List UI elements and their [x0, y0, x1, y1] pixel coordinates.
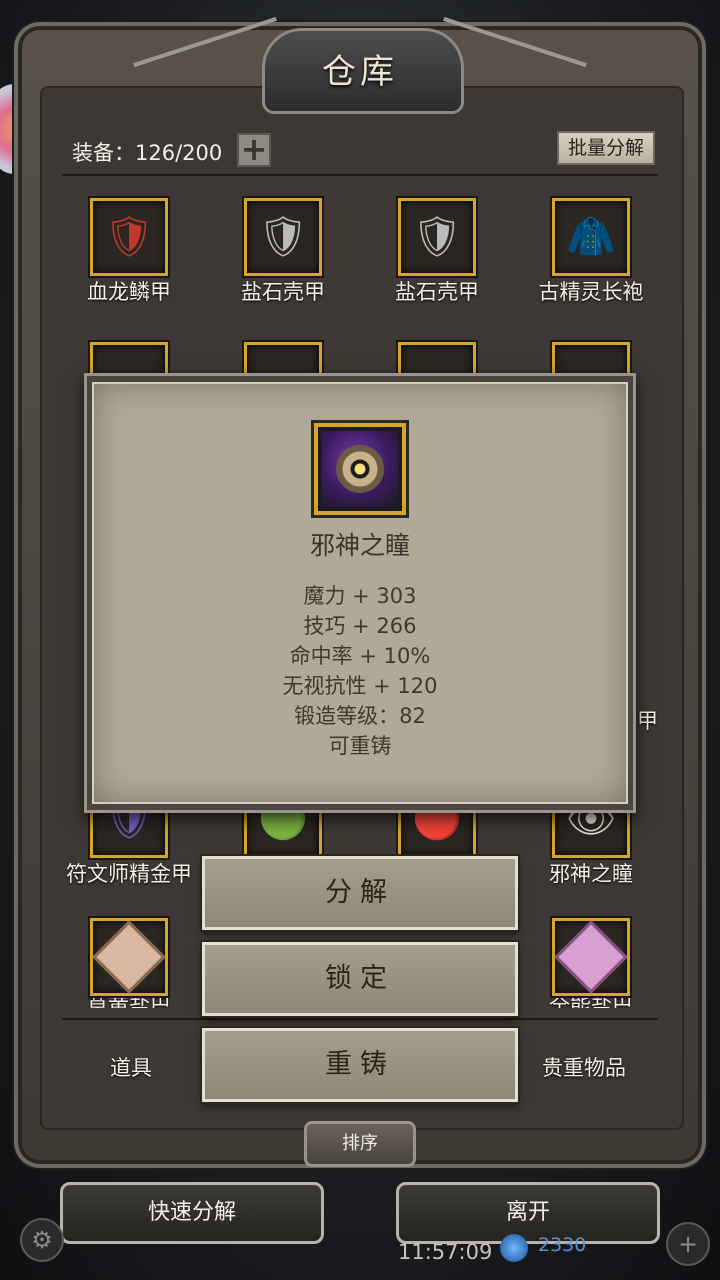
item-name: 古精灵长袍	[538, 280, 644, 304]
decompose-button[interactable]: 分解	[202, 856, 518, 930]
stat-line: 技巧 + 266	[303, 614, 417, 638]
lock-button[interactable]: 锁定	[202, 942, 518, 1016]
allpurpose-salt-icon	[552, 918, 630, 996]
item-slot[interactable]: 🧥 古精灵长袍	[516, 198, 666, 306]
header-divider	[62, 174, 658, 176]
batch-decompose-button[interactable]: 批量分解	[557, 131, 655, 165]
popup-item-name: 邪神之瞳	[309, 531, 410, 560]
salt-tablet-icon	[90, 918, 168, 996]
item-name: 血龙鳞甲	[87, 280, 171, 304]
item-name: 邪神之瞳	[549, 862, 633, 886]
tab-valuables[interactable]: 贵重物品	[542, 1052, 626, 1082]
stat-line: 魔力 + 303	[303, 584, 417, 608]
saltstone-armor-icon: 🛡	[398, 198, 476, 276]
evil-eye-icon	[336, 445, 384, 493]
reforge-button[interactable]: 重铸	[202, 1028, 518, 1102]
elf-robe-icon: 🧥	[552, 198, 630, 276]
item-name: 盐石壳甲	[395, 280, 479, 304]
equip-count: 装备：126/200	[72, 141, 223, 165]
item-name: 符文师精金甲	[66, 862, 192, 886]
item-slot[interactable]: 🛡 盐石壳甲	[208, 198, 358, 306]
page-title: 仓库	[322, 52, 398, 92]
settings-gear-icon[interactable]: ⚙	[20, 1218, 64, 1262]
sort-button[interactable]: 排序	[304, 1121, 416, 1167]
red-dragon-armor-icon: 🛡	[90, 198, 168, 276]
quick-decompose-button[interactable]: 快速分解	[60, 1182, 324, 1244]
item-slot[interactable]: 全能盐巴	[516, 918, 666, 1008]
add-icon[interactable]: +	[666, 1222, 710, 1266]
tab-items[interactable]: 道具	[110, 1052, 152, 1082]
gem-count: 2330	[538, 1234, 587, 1256]
leave-button[interactable]: 离开	[396, 1182, 660, 1244]
item-slot[interactable]: 🛡 盐石壳甲	[362, 198, 512, 306]
item-slot[interactable]: 🛡 血龙鳞甲	[54, 198, 204, 306]
tabs-divider	[62, 1018, 658, 1020]
expand-capacity-button[interactable]: +	[237, 133, 271, 167]
popup-item-slot	[314, 423, 406, 515]
saltstone-armor-icon: 🛡	[244, 198, 322, 276]
stat-line: 可重铸	[328, 734, 392, 758]
gem-icon	[500, 1234, 528, 1262]
item-slot[interactable]: 草黄盐巴	[54, 918, 204, 1008]
stat-line: 无视抗性 + 120	[282, 674, 438, 698]
item-name: 盐石壳甲	[241, 280, 325, 304]
clock: 11:57:09	[398, 1240, 493, 1264]
stat-line: 命中率 + 10%	[289, 644, 431, 668]
stat-line: 锻造等级：82	[294, 704, 426, 728]
